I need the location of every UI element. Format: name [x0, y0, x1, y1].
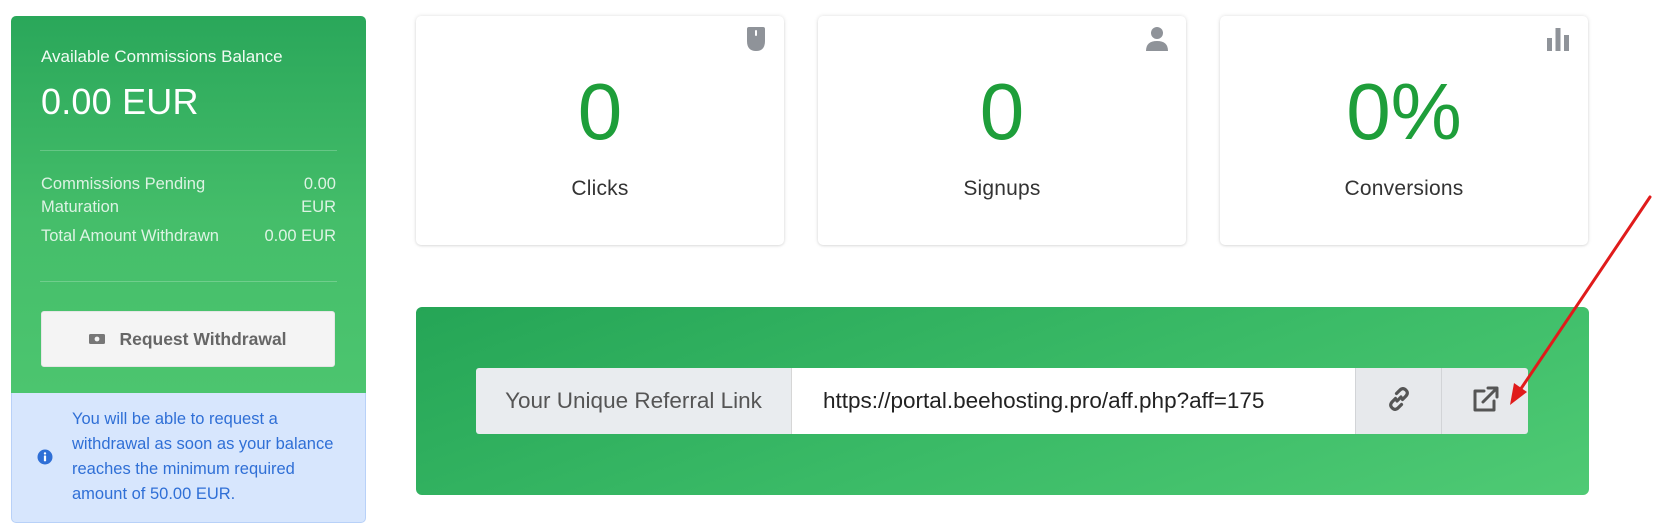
clicks-label: Clicks — [571, 177, 629, 200]
request-withdrawal-button[interactable]: Request Withdrawal — [41, 311, 335, 367]
affiliate-dashboard: Available Commissions Balance 0.00 EUR C… — [0, 0, 1666, 531]
signups-label: Signups — [963, 177, 1041, 200]
referral-link-label: Your Unique Referral Link — [476, 368, 792, 434]
annotation-arrow-icon — [1510, 195, 1652, 405]
withdrawn-value: 0.00 EUR — [264, 227, 336, 245]
external-link-icon — [1471, 385, 1499, 418]
balance-amount: 0.00 EUR — [41, 81, 199, 122]
link-icon — [1386, 386, 1412, 417]
withdrawn-row: Total Amount Withdrawn 0.00 EUR — [41, 225, 336, 248]
request-withdrawal-label: Request Withdrawal — [119, 328, 287, 349]
balance-details: Commissions Pending Maturation 0.00 EUR … — [41, 173, 336, 248]
balance-divider — [40, 150, 337, 151]
balance-divider-2 — [40, 281, 337, 282]
pending-value: 0.00 EUR — [301, 175, 336, 216]
commissions-balance-card: Available Commissions Balance 0.00 EUR C… — [11, 16, 366, 393]
conversions-value: 0% — [1346, 67, 1462, 156]
user-icon — [1146, 26, 1168, 57]
copy-link-button[interactable] — [1355, 368, 1441, 434]
pending-label: Commissions Pending Maturation — [41, 175, 206, 216]
mouse-icon — [746, 26, 766, 57]
referral-link-panel: Your Unique Referral Link — [416, 307, 1589, 495]
bar-chart-icon — [1546, 26, 1570, 57]
clicks-value: 0 — [577, 67, 623, 156]
withdrawal-minimum-notice: You will be able to request a withdrawal… — [11, 393, 366, 523]
notice-text: You will be able to request a withdrawal… — [72, 410, 334, 503]
signups-card: 0 Signups — [818, 16, 1186, 245]
withdrawn-label: Total Amount Withdrawn — [41, 227, 219, 245]
balance-label: Available Commissions Balance — [41, 47, 283, 66]
referral-link-field[interactable] — [792, 368, 1355, 434]
money-bill-icon — [89, 329, 106, 350]
clicks-card: 0 Clicks — [416, 16, 784, 245]
referral-input-group: Your Unique Referral Link — [476, 368, 1528, 434]
info-circle-icon — [37, 448, 53, 473]
signups-value: 0 — [979, 67, 1025, 156]
pending-row: Commissions Pending Maturation 0.00 EUR — [41, 173, 336, 219]
